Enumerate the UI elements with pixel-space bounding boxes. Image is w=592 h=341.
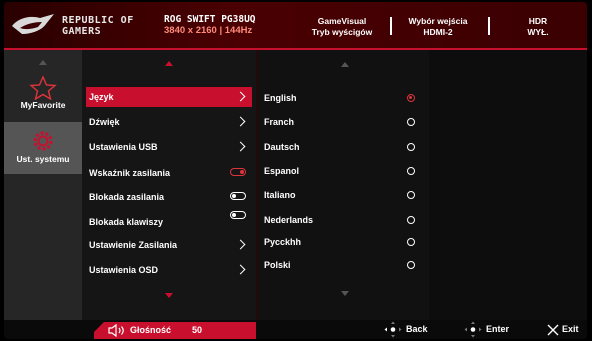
radio-unselected[interactable] [407,261,415,269]
osd-window: REPUBLIC OF GAMERS ROG SWIFT PG38UQ 3840… [4,2,587,339]
brand-line1: REPUBLIC OF [62,15,134,26]
menu-item-label: Ustawienie Zasilania [89,240,178,250]
osd-header: REPUBLIC OF GAMERS ROG SWIFT PG38UQ 3840… [4,2,587,50]
model-resolution: 3840 x 2160 | 144Hz [164,25,253,36]
menu-item-label: Dźwięk [89,117,120,127]
option-dutch[interactable]: Nederlands [261,210,425,230]
menu-item-power-settings[interactable]: Ustawienie Zasilania [86,235,252,255]
option-french[interactable]: Franch [261,112,425,132]
option-english[interactable]: English [261,88,425,108]
enter-label: Enter [486,324,510,334]
menu-item-label: Ustawienia OSD [89,265,159,275]
category-label: Ust. systemu [16,154,70,164]
chevron-right-icon [235,264,246,275]
enter-key[interactable]: Enter [464,320,528,339]
menu-item-label: Język [89,92,114,102]
toggle-switch-off[interactable] [230,211,246,219]
settings-menu: Język Dźwięk Ustawienia USB Wskaźnik zas… [82,50,256,320]
osd-footer: Głośność 50 Back Enter Exit [4,320,587,339]
menu-item-label: Blokada zasilania [89,192,165,202]
volume-label: Głośność [130,325,172,335]
radio-unselected[interactable] [407,118,415,126]
chevron-right-icon [235,91,246,102]
option-label: Franch [264,117,295,127]
model-info: ROG SWIFT PG38UQ 3840 x 2160 | 144Hz [164,14,256,36]
option-spanish[interactable]: Espanol [261,161,425,181]
brand-text: REPUBLIC OF GAMERS [62,15,134,37]
detail-column [429,50,587,320]
menu-item-label: Ustawienia USB [89,142,158,152]
toggle-switch-on[interactable] [230,168,246,176]
option-label: Dautsch [264,142,300,152]
joystick-back-icon [384,321,402,338]
radio-unselected[interactable] [407,143,415,151]
scroll-up-arrow-icon[interactable] [39,60,47,65]
category-label: MyFavorite [20,100,66,110]
category-system-setup[interactable]: Ust. systemu [4,122,82,174]
header-divider [390,17,392,35]
gamevisual-info: GameVisual Tryb wyścigów [304,16,380,38]
back-label: Back [406,324,428,334]
option-label: Espanol [264,166,300,176]
radio-unselected[interactable] [407,216,415,224]
menu-item-label: Wskaźnik zasilania [89,168,171,178]
menu-item-sound[interactable]: Dźwięk [86,112,252,132]
exit-key[interactable]: Exit [546,320,586,339]
volume-value: 50 [192,325,203,335]
option-german[interactable]: Dautsch [261,137,425,157]
gamevisual-value: Tryb wyścigów [311,27,373,37]
rog-logo-icon [12,14,54,34]
option-label: Italiano [264,190,296,200]
options-scroll-down-icon[interactable] [341,291,349,296]
chevron-right-icon [235,116,246,127]
volume-indicator[interactable]: Głośność 50 [94,322,256,339]
gamevisual-label: GameVisual [317,16,367,26]
header-divider [488,17,490,35]
menu-item-usb-settings[interactable]: Ustawienia USB [86,137,252,157]
menu-item-power-lock[interactable]: Blokada zasilania [86,187,252,207]
joystick-enter-icon [464,321,482,338]
input-select-label: Wybór wejścia [408,16,468,26]
option-label: Pycckhh [264,237,302,247]
speaker-icon [108,324,124,337]
close-icon [547,324,559,336]
option-polish[interactable]: Polski [261,255,425,275]
exit-label: Exit [562,324,579,334]
hdr-label: HDR [528,16,548,26]
radio-unselected[interactable] [407,238,415,246]
chevron-right-icon [235,239,246,250]
hdr-info: HDR WYŁ. [498,16,578,38]
toggle-switch-off[interactable] [230,192,246,200]
menu-scroll-up-icon[interactable] [165,61,173,66]
back-key[interactable]: Back [384,320,444,339]
chevron-right-icon [235,141,246,152]
gear-icon [33,131,53,151]
menu-scroll-down-icon[interactable] [165,293,173,298]
option-label: Polski [264,260,291,270]
radio-selected[interactable] [407,94,415,102]
option-italian[interactable]: Italiano [261,185,425,205]
menu-item-osd-settings[interactable]: Ustawienia OSD [86,260,252,280]
radio-unselected[interactable] [407,167,415,175]
hdr-value: WYŁ. [527,27,549,37]
radio-unselected[interactable] [407,191,415,199]
menu-item-language[interactable]: Język [86,87,252,107]
model-name: ROG SWIFT PG38UQ [164,14,256,25]
options-scroll-up-icon[interactable] [341,62,349,67]
category-myfavorite[interactable]: MyFavorite [4,68,82,124]
menu-item-label: Blokada klawiszy [89,217,164,227]
option-label: Nederlands [264,215,314,225]
language-options: English Franch Dautsch Espanol Italiano … [256,50,430,320]
brand-line2: GAMERS [62,26,102,37]
option-label: English [264,93,297,103]
input-select-value: HDMI-2 [423,27,453,37]
input-select-info: Wybór wejścia HDMI-2 [398,16,478,38]
menu-item-key-lock[interactable]: Blokada klawiszy [86,211,252,232]
option-russian[interactable]: Pycckhh [261,232,425,252]
star-icon [29,75,57,100]
menu-item-power-indicator[interactable]: Wskaźnik zasilania [86,163,252,183]
category-column: MyFavorite Ust. systemu [4,50,82,329]
